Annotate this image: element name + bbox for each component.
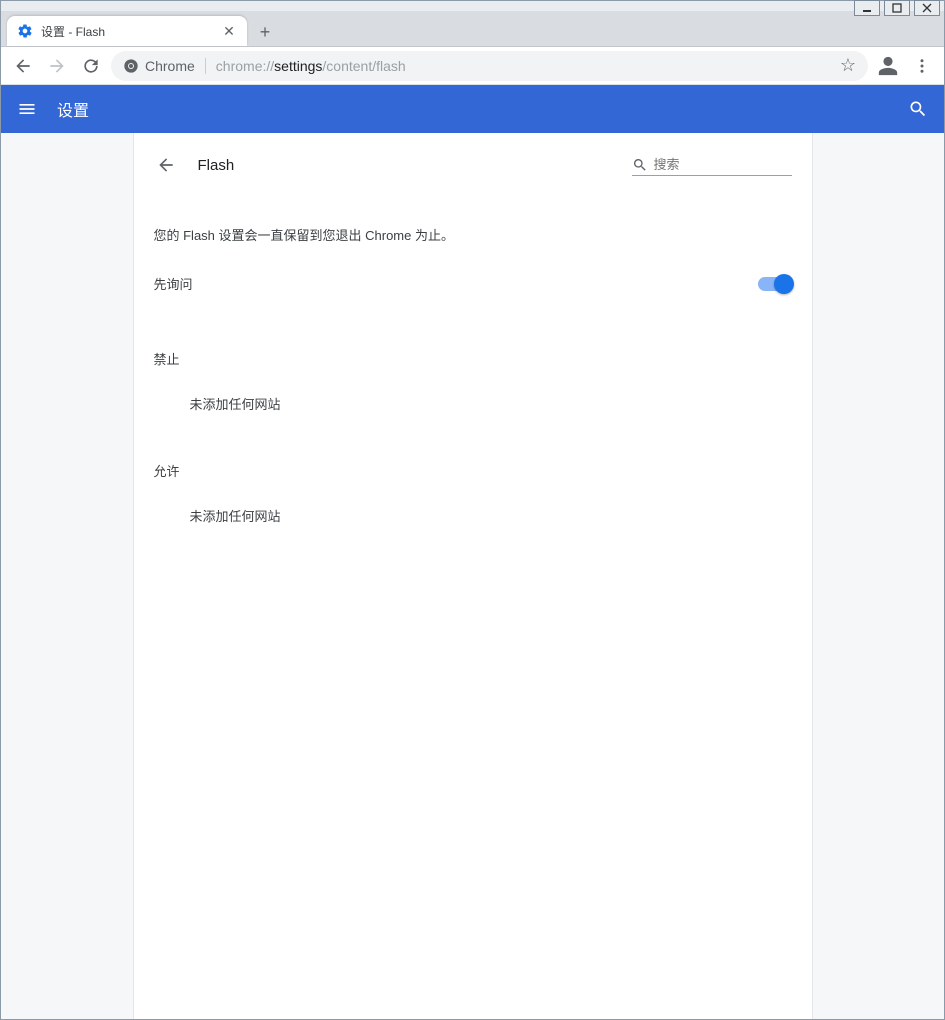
- ask-first-row: 先询问: [154, 258, 792, 309]
- search-icon: [632, 157, 648, 173]
- forward-button[interactable]: [43, 52, 71, 80]
- browser-tab-active[interactable]: 设置 - Flash ✕: [7, 16, 247, 46]
- gear-icon: [17, 23, 33, 39]
- page-search-input[interactable]: [654, 157, 792, 172]
- block-section-title: 禁止: [154, 309, 792, 376]
- new-tab-button[interactable]: +: [251, 18, 279, 46]
- toggle-knob: [774, 274, 794, 294]
- tab-strip: 设置 - Flash ✕ +: [1, 11, 944, 47]
- settings-app-header: 设置: [1, 85, 944, 133]
- allow-empty-text: 未添加任何网站: [154, 488, 792, 533]
- maximize-button[interactable]: [884, 0, 910, 16]
- close-window-button[interactable]: [914, 0, 940, 16]
- allow-section-title: 允许: [154, 421, 792, 488]
- browser-toolbar: Chrome chrome://settings/content/flash ☆: [1, 47, 944, 85]
- overflow-menu-button[interactable]: [908, 52, 936, 80]
- block-empty-text: 未添加任何网站: [154, 376, 792, 421]
- page-title: Flash: [198, 157, 235, 174]
- close-tab-button[interactable]: ✕: [221, 23, 237, 39]
- secure-chip: Chrome: [123, 58, 206, 74]
- url-text: chrome://settings/content/flash: [216, 58, 830, 74]
- header-search-button[interactable]: [906, 97, 930, 121]
- bookmark-star-icon[interactable]: ☆: [840, 55, 856, 76]
- ask-first-toggle[interactable]: [758, 277, 792, 291]
- settings-panel: Flash 您的 Flash 设置会一直保留到您退出 Chrome 为止。 先询…: [133, 133, 813, 1019]
- page-search-box[interactable]: [632, 155, 792, 176]
- browser-window: 设置 - Flash ✕ + Chrome chrome://settings/…: [0, 0, 945, 1020]
- os-titlebar: [1, 1, 944, 11]
- tab-title: 设置 - Flash: [41, 23, 213, 40]
- address-bar[interactable]: Chrome chrome://settings/content/flash ☆: [111, 51, 868, 81]
- profile-avatar[interactable]: [874, 52, 902, 80]
- content-area: Flash 您的 Flash 设置会一直保留到您退出 Chrome 为止。 先询…: [1, 133, 944, 1019]
- hamburger-menu-button[interactable]: [15, 97, 39, 121]
- reload-button[interactable]: [77, 52, 105, 80]
- app-title: 设置: [57, 97, 89, 121]
- chrome-icon: [123, 58, 139, 74]
- page-subheader: Flash: [154, 133, 792, 181]
- chip-label: Chrome: [145, 58, 195, 74]
- back-arrow-button[interactable]: [154, 153, 178, 177]
- minimize-button[interactable]: [854, 0, 880, 16]
- back-button[interactable]: [9, 52, 37, 80]
- flash-description: 您的 Flash 设置会一直保留到您退出 Chrome 为止。: [154, 181, 792, 258]
- ask-first-label: 先询问: [154, 274, 758, 293]
